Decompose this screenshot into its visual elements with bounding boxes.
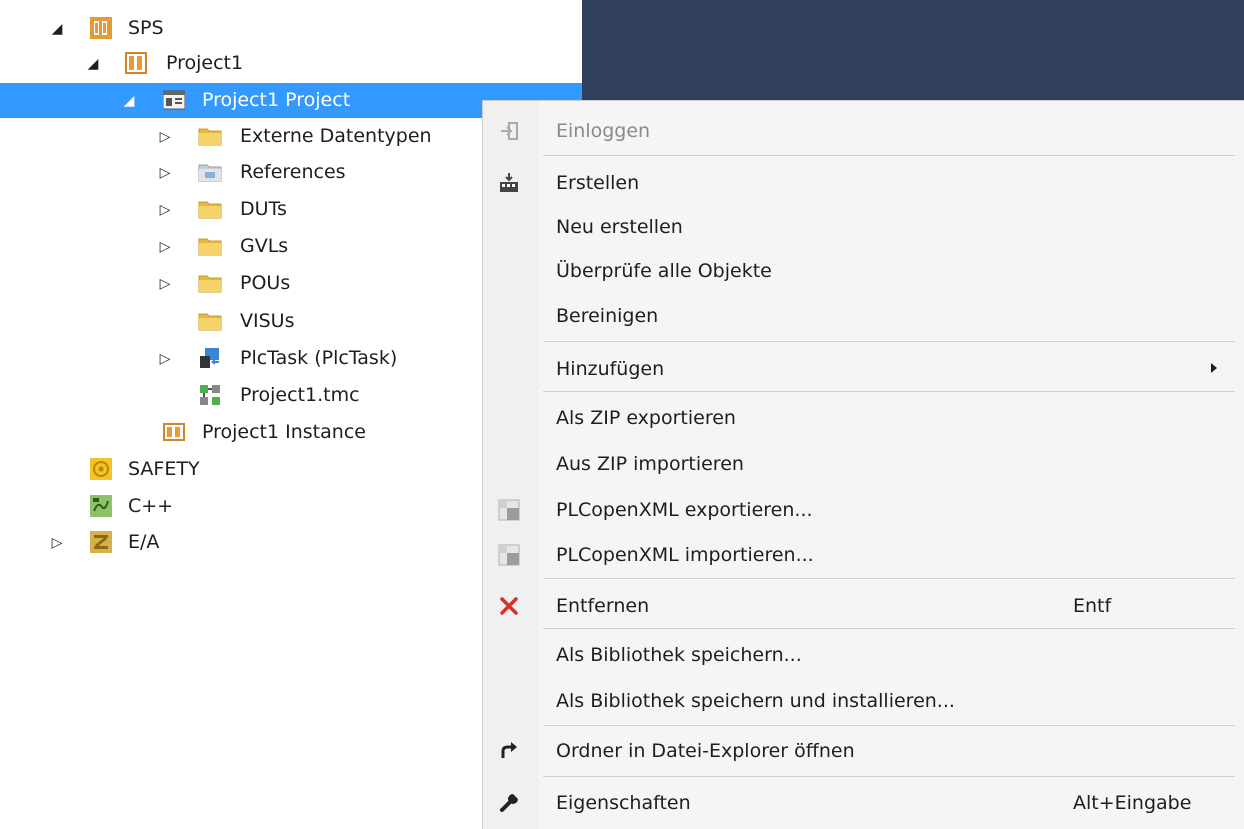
menu-item-erstellen[interactable]: Erstellen: [483, 165, 1244, 201]
menu-item-ueberpruefe-alle-objekte[interactable]: Überprüfe alle Objekte: [483, 253, 1244, 289]
editor-area-panel: [582, 0, 1244, 100]
tree-item-label: E/A: [128, 531, 160, 553]
plc-project-icon: [124, 51, 148, 75]
menu-item-als-zip-exportieren[interactable]: Als ZIP exportieren: [483, 400, 1244, 436]
menu-item-label: Entfernen: [556, 595, 650, 617]
menu-separator: [543, 391, 1235, 392]
folder-icon: [198, 309, 222, 333]
tree-item-label: PlcTask (PlcTask): [240, 347, 398, 369]
menu-item-einloggen: Einloggen: [483, 113, 1244, 149]
project-file-icon: [162, 88, 186, 112]
expand-arrow-icon[interactable]: ◢: [50, 21, 64, 37]
menu-separator: [543, 155, 1235, 156]
menu-item-label: Eigenschaften: [556, 792, 691, 814]
expand-arrow-icon[interactable]: ▷: [158, 239, 172, 255]
tree-item-project1[interactable]: ◢ Project1: [0, 46, 582, 81]
menu-item-plcopenxml-exportieren[interactable]: PLCopenXML exportieren...: [483, 492, 1244, 528]
expand-arrow-icon[interactable]: ◢: [86, 56, 100, 72]
menu-item-label: Einloggen: [556, 120, 651, 142]
menu-item-label: Bereinigen: [556, 305, 659, 327]
menu-separator: [543, 341, 1235, 342]
folder-icon: [198, 124, 222, 148]
menu-item-bereinigen[interactable]: Bereinigen: [483, 298, 1244, 334]
tree-item-label: DUTs: [240, 198, 287, 220]
expand-arrow-icon[interactable]: ▷: [158, 165, 172, 181]
tree-item-label: C++: [128, 495, 174, 517]
folder-icon: [198, 234, 222, 258]
menu-item-label: Neu erstellen: [556, 216, 683, 238]
plc-icon: [89, 16, 113, 40]
menu-item-label: PLCopenXML exportieren...: [556, 499, 813, 521]
folder-icon: [198, 197, 222, 221]
menu-item-shortcut: Alt+Eingabe: [1073, 792, 1192, 814]
menu-item-entfernen[interactable]: Entfernen Entf: [483, 588, 1244, 624]
menu-item-plcopenxml-importieren[interactable]: PLCopenXML importieren...: [483, 537, 1244, 573]
menu-separator: [543, 776, 1235, 777]
expand-arrow-icon[interactable]: ◢: [122, 93, 136, 109]
open-folder-arrow-icon: [497, 739, 521, 763]
tree-item-label: SAFETY: [128, 458, 200, 480]
menu-item-label: Ordner in Datei-Explorer öffnen: [556, 740, 855, 762]
build-icon: [497, 171, 521, 195]
tree-item-label: Externe Datentypen: [240, 125, 432, 147]
expand-arrow-icon[interactable]: ▷: [158, 129, 172, 145]
login-icon: [497, 119, 521, 143]
tree-item-sps[interactable]: ◢ SPS: [0, 11, 582, 46]
task-icon: [198, 346, 222, 370]
menu-item-label: Als Bibliothek speichern und installiere…: [556, 690, 955, 712]
tree-item-label: References: [240, 161, 346, 183]
delete-icon: [497, 594, 521, 618]
menu-item-aus-zip-importieren[interactable]: Aus ZIP importieren: [483, 446, 1244, 482]
menu-item-label: Erstellen: [556, 172, 640, 194]
menu-item-label: Hinzufügen: [556, 358, 665, 380]
tree-item-label: Project1.tmc: [240, 384, 360, 406]
menu-item-neu-erstellen[interactable]: Neu erstellen: [483, 209, 1244, 245]
menu-item-eigenschaften[interactable]: Eigenschaften Alt+Eingabe: [483, 785, 1244, 821]
menu-item-als-bibliothek-speichern[interactable]: Als Bibliothek speichern...: [483, 637, 1244, 673]
tree-item-label: SPS: [128, 17, 164, 39]
context-menu: Einloggen Erstellen Neu erstellen Überpr…: [482, 100, 1244, 829]
tmc-icon: [198, 383, 222, 407]
references-icon: [198, 160, 222, 184]
expand-arrow-icon[interactable]: ▷: [158, 202, 172, 218]
plcopen-export-icon: [497, 498, 521, 522]
menu-item-shortcut: Entf: [1073, 595, 1112, 617]
io-icon: [89, 530, 113, 554]
menu-separator: [543, 725, 1235, 726]
menu-separator: [543, 578, 1235, 579]
tree-item-label: Project1: [166, 52, 244, 74]
wrench-icon: [497, 791, 521, 815]
tree-item-label: Project1 Project: [202, 89, 351, 111]
instance-icon: [162, 420, 186, 444]
menu-item-hinzufuegen[interactable]: Hinzufügen: [483, 351, 1244, 387]
menu-item-als-bibliothek-speichern-und-installieren[interactable]: Als Bibliothek speichern und installiere…: [483, 683, 1244, 719]
tree-item-label: GVLs: [240, 235, 289, 257]
expand-arrow-icon[interactable]: ▷: [158, 276, 172, 292]
menu-item-label: Als Bibliothek speichern...: [556, 644, 802, 666]
menu-item-ordner-in-datei-explorer-oeffnen[interactable]: Ordner in Datei-Explorer öffnen: [483, 733, 1244, 769]
expand-arrow-icon[interactable]: ▷: [158, 351, 172, 367]
submenu-arrow-icon: [1211, 363, 1217, 373]
menu-item-label: Überprüfe alle Objekte: [556, 260, 772, 282]
menu-item-label: PLCopenXML importieren...: [556, 544, 814, 566]
menu-item-label: Als ZIP exportieren: [556, 407, 736, 429]
tree-item-label: POUs: [240, 272, 291, 294]
cpp-icon: [89, 494, 113, 518]
folder-icon: [198, 271, 222, 295]
plcopen-import-icon: [497, 543, 521, 567]
menu-separator: [543, 628, 1235, 629]
expand-arrow-icon[interactable]: ▷: [50, 535, 64, 551]
safety-icon: [89, 457, 113, 481]
menu-item-label: Aus ZIP importieren: [556, 453, 744, 475]
tree-item-label: VISUs: [240, 310, 295, 332]
tree-item-label: Project1 Instance: [202, 421, 366, 443]
